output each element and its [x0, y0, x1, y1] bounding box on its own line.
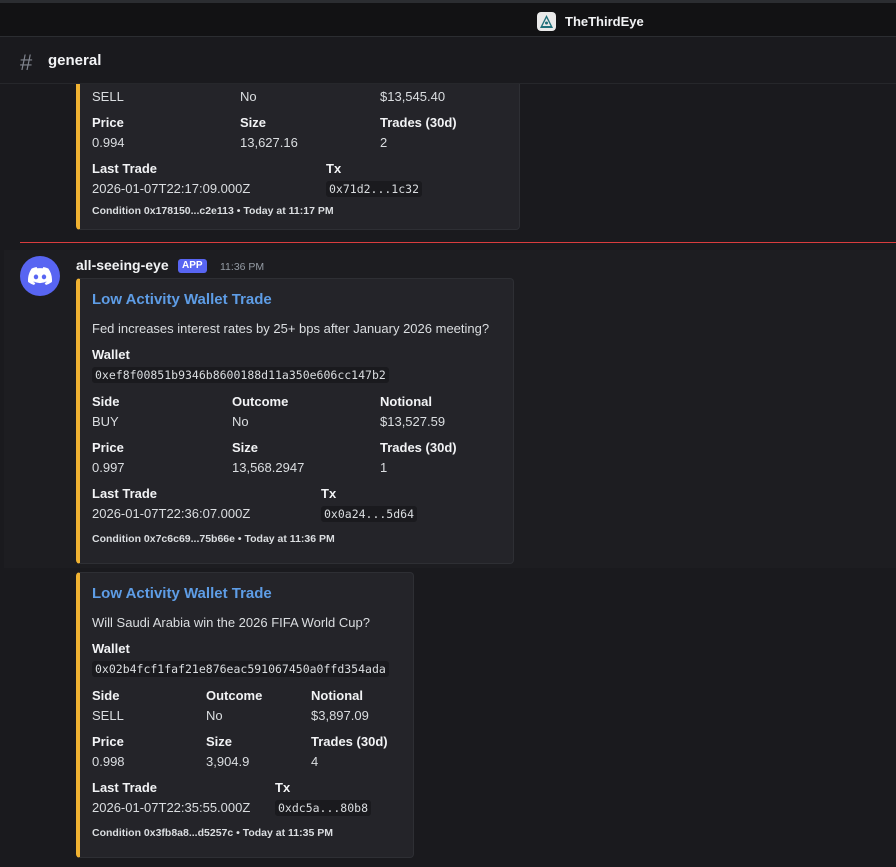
tx-label: Tx [326, 161, 342, 176]
embed-title[interactable]: Low Activity Wallet Trade [92, 291, 272, 308]
message-author[interactable]: all-seeing-eye [76, 257, 169, 273]
outcome-value: No [206, 708, 223, 723]
last-trade-value: 2026-01-07T22:35:55.000Z [92, 800, 251, 815]
wallet-label: Wallet [92, 347, 130, 362]
price-label: Price [92, 115, 124, 130]
notional-value: $13,545.40 [380, 89, 446, 104]
trades-value: 4 [311, 754, 319, 769]
tx-label: Tx [321, 486, 337, 501]
wallet-label: Wallet [92, 641, 130, 656]
wallet-address[interactable]: 0xef8f00851b9346b8600188d11a350e606cc147… [92, 367, 389, 383]
server-name: TheThirdEye [565, 14, 644, 29]
side-value: BUY [92, 414, 119, 429]
market-question: Fed increases interest rates by 25+ bps … [92, 321, 490, 336]
channel-name: general [48, 52, 102, 69]
market-question: Will Saudi Arabia win the 2026 FIFA Worl… [92, 615, 370, 630]
outcome-value: No [240, 89, 257, 104]
wallet-address[interactable]: 0x02b4fcf1faf21e876eac591067450a0ffd354a… [92, 661, 389, 677]
size-value: 3,904.9 [206, 754, 250, 769]
last-trade-value: 2026-01-07T22:17:09.000Z [92, 181, 251, 196]
price-label: Price [92, 440, 124, 455]
side-value: SELL [92, 89, 124, 104]
embed-footer: Condition 0x7c6c69...75b66e • Today at 1… [92, 533, 335, 545]
size-value: 13,627.16 [240, 135, 298, 150]
notional-label: Notional [311, 688, 363, 703]
size-label: Size [206, 734, 233, 749]
notional-value: $3,897.09 [311, 708, 369, 723]
notional-value: $13,527.59 [380, 414, 446, 429]
notional-label: Notional [380, 394, 432, 409]
price-value: 0.997 [92, 460, 125, 475]
size-value: 13,568.2947 [232, 460, 305, 475]
channel-header: # general [0, 36, 896, 84]
price-value: 0.998 [92, 754, 125, 769]
message-list[interactable]: SELL No $13,545.40 Price Size Trades (30… [0, 84, 896, 867]
trades-label: Trades (30d) [311, 734, 388, 749]
price-value: 0.994 [92, 135, 125, 150]
hash-icon: # [20, 50, 33, 75]
last-trade-value: 2026-01-07T22:36:07.000Z [92, 506, 251, 521]
embed-footer: Condition 0x3fb8a8...d5257c • Today at 1… [92, 827, 333, 839]
outcome-value: No [232, 414, 249, 429]
trades-value: 2 [380, 135, 388, 150]
embed-footer: Condition 0x178150...c2e113 • Today at 1… [92, 205, 334, 217]
tx-hash[interactable]: 0xdc5a...80b8 [275, 800, 372, 816]
tx-hash[interactable]: 0x0a24...5d64 [321, 506, 418, 522]
eye-pyramid-icon [537, 12, 556, 31]
trade-embed: Low Activity Wallet Trade Will Saudi Ara… [76, 572, 414, 858]
price-label: Price [92, 734, 124, 749]
embed-title[interactable]: Low Activity Wallet Trade [92, 585, 272, 602]
discord-logo-icon[interactable] [20, 256, 60, 296]
side-value: SELL [92, 708, 124, 723]
trades-label: Trades (30d) [380, 440, 457, 455]
message-timestamp[interactable]: 11:36 PM [220, 261, 264, 273]
size-label: Size [240, 115, 267, 130]
outcome-label: Outcome [206, 688, 263, 703]
last-trade-label: Last Trade [92, 780, 158, 795]
trades-label: Trades (30d) [380, 115, 457, 130]
last-trade-label: Last Trade [92, 161, 158, 176]
trade-embed: Low Activity Wallet Trade Fed increases … [76, 278, 514, 564]
outcome-label: Outcome [232, 394, 289, 409]
side-label: Side [92, 394, 120, 409]
size-label: Size [232, 440, 259, 455]
trades-value: 1 [380, 460, 388, 475]
title-bar: TheThirdEye [0, 0, 896, 36]
trade-embed-partial: SELL No $13,545.40 Price Size Trades (30… [76, 84, 520, 230]
tx-hash[interactable]: 0x71d2...1c32 [326, 181, 423, 197]
tx-label: Tx [275, 780, 291, 795]
last-trade-label: Last Trade [92, 486, 158, 501]
side-label: Side [92, 688, 120, 703]
app-badge: APP [178, 259, 207, 273]
new-messages-divider [20, 242, 896, 243]
